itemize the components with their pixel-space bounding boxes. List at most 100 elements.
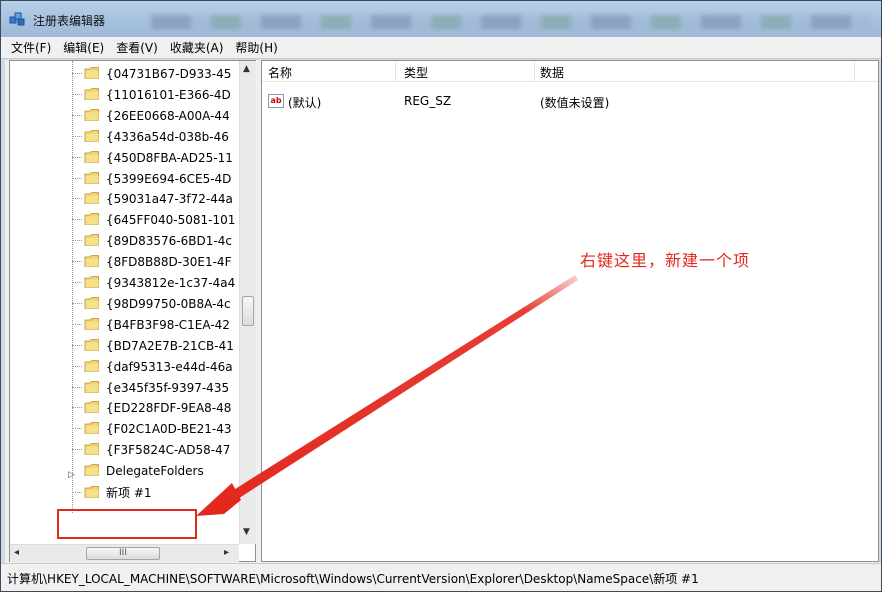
expand-arrow-icon[interactable]: ▷ — [68, 466, 75, 484]
tree-connector — [72, 219, 82, 221]
column-separator[interactable] — [854, 61, 855, 82]
folder-icon — [84, 129, 100, 143]
menu-help[interactable]: 帮助(H) — [229, 37, 283, 59]
value-type: REG_SZ — [404, 94, 452, 108]
tree-item-label: {645FF040-5081-101 — [106, 213, 236, 228]
tree-item[interactable]: {ED228FDF-9EA8-48 — [10, 398, 239, 418]
tree-item-label: {4336a54d-038b-46 — [106, 129, 229, 144]
list-header: 名称 类型 数据 — [262, 61, 878, 82]
tree-vertical-scrollbar[interactable]: ▲ ▼ — [239, 61, 256, 544]
tree-item[interactable]: {B4FB3F98-C1EA-42 — [10, 315, 239, 335]
values-list-pane[interactable]: 名称 类型 数据 ab (默认) REG_SZ (数值未设置) 右键这里，新建一… — [261, 60, 879, 562]
menu-view[interactable]: 查看(V) — [110, 37, 164, 59]
tree-item[interactable]: {5399E694-6CE5-4D — [10, 169, 239, 189]
value-name: (默认) — [288, 96, 322, 110]
tree-item-label: {9343812e-1c37-4a4 — [106, 276, 236, 290]
menu-bar: 文件(F) 编辑(E) 查看(V) 收藏夹(A) 帮助(H) — [1, 37, 881, 59]
tree-connector — [72, 156, 82, 158]
scroll-up-arrow-icon[interactable]: ▲ — [243, 64, 250, 74]
tree-item-delegatefolders[interactable]: ▷ DelegateFolders — [10, 461, 239, 481]
column-separator[interactable] — [534, 61, 535, 82]
tree-item-label: {B4FB3F98-C1EA-42 — [106, 317, 230, 332]
tree-item-new-key[interactable]: 新项 #1 — [10, 483, 239, 503]
folder-icon — [84, 359, 100, 373]
tree-item-label: {ED228FDF-9EA8-48 — [106, 401, 232, 416]
registry-path: 计算机\HKEY_LOCAL_MACHINE\SOFTWARE\Microsof… — [7, 572, 699, 586]
menu-file[interactable]: 文件(F) — [5, 37, 57, 59]
vertical-scroll-thumb[interactable] — [242, 296, 254, 326]
tree-connector — [72, 135, 82, 137]
menu-edit[interactable]: 编辑(E) — [57, 37, 110, 59]
folder-icon — [84, 400, 100, 414]
title-bar[interactable]: 注册表编辑器 — [1, 1, 881, 37]
tree-connector — [72, 449, 82, 451]
tree-item[interactable]: {98D99750-0B8A-4c — [10, 294, 239, 314]
tree-connector — [72, 365, 82, 367]
horizontal-scroll-thumb[interactable]: III — [86, 547, 160, 560]
column-header-name[interactable]: 名称 — [268, 64, 292, 81]
tree-connector — [72, 323, 82, 325]
tree-item[interactable]: {89D83576-6BD1-4c — [10, 231, 239, 251]
tree-item[interactable]: {59031a47-3f72-44a — [10, 189, 239, 209]
tree-item[interactable]: {26EE0668-A00A-44 — [10, 106, 239, 126]
tree-connector — [72, 407, 82, 409]
tree-connector — [72, 344, 82, 346]
tree-item[interactable]: {daf95313-e44d-46a — [10, 357, 239, 377]
tree-item[interactable]: {450D8FBA-AD25-11 — [10, 148, 239, 168]
column-header-type[interactable]: 类型 — [404, 64, 428, 81]
tree-item[interactable]: {11016101-E366-4D — [10, 85, 239, 105]
folder-icon — [84, 108, 100, 122]
tree-item-label: {e345f35f-9397-435 — [106, 380, 230, 395]
folder-icon — [84, 442, 100, 456]
folder-icon — [84, 421, 100, 435]
tree-item-label: {F02C1A0D-BE21-43 — [106, 422, 232, 437]
folder-icon — [84, 212, 100, 226]
tree-item[interactable]: {645FF040-5081-101 — [10, 210, 239, 230]
folder-icon — [84, 296, 100, 310]
tree-horizontal-scrollbar[interactable]: ◂ III ▸ — [10, 544, 239, 562]
tree-item-label: {8FD8B88D-30E1-4F — [106, 255, 232, 270]
annotation-text: 右键这里，新建一个项 — [580, 251, 751, 270]
tree-connector — [72, 73, 82, 74]
tree-item-label: DelegateFolders — [106, 464, 204, 479]
tree-item[interactable]: {F3F5824C-AD58-47 — [10, 440, 239, 460]
tree-item[interactable]: {F02C1A0D-BE21-43 — [10, 419, 239, 439]
folder-icon — [84, 233, 100, 247]
tree-item-label: {26EE0668-A00A-44 — [106, 108, 230, 123]
tree-item[interactable]: {e345f35f-9397-435 — [10, 378, 239, 398]
column-header-data[interactable]: 数据 — [540, 64, 564, 81]
column-separator[interactable] — [395, 61, 396, 82]
tree-connector — [72, 261, 82, 263]
tree-item[interactable]: {BD7A2E7B-21CB-41 — [10, 336, 239, 356]
folder-icon — [84, 275, 100, 289]
tree-item[interactable]: {4336a54d-038b-46 — [10, 127, 239, 147]
list-row[interactable]: ab (默认) REG_SZ (数值未设置) — [262, 91, 878, 111]
tree-item[interactable]: {8FD8B88D-30E1-4F — [10, 252, 239, 272]
folder-icon — [84, 87, 100, 101]
tree-item[interactable]: {04731B67-D933-45 — [10, 64, 239, 84]
annotation-highlight-box — [57, 509, 197, 539]
string-value-icon: ab — [268, 94, 284, 108]
tree-connector — [72, 240, 82, 242]
folder-icon — [84, 338, 100, 352]
folder-icon — [84, 150, 100, 164]
scroll-right-arrow-icon[interactable]: ▸ — [224, 547, 229, 558]
tree-connector — [72, 93, 82, 95]
tree-rows: {04731B67-D933-45 {11016101-E366-4D {26EE0… — [10, 61, 239, 544]
tree-connector — [72, 198, 82, 200]
tree-item[interactable]: {9343812e-1c37-4a4 — [10, 273, 239, 293]
tree-connector — [72, 114, 82, 116]
scroll-left-arrow-icon[interactable]: ◂ — [14, 547, 19, 558]
tree-item-label: {F3F5824C-AD58-47 — [106, 443, 231, 458]
tree-item-label: {5399E694-6CE5-4D — [106, 171, 232, 186]
scroll-down-arrow-icon[interactable]: ▼ — [243, 527, 250, 537]
tree-connector — [72, 386, 82, 388]
folder-icon — [84, 380, 100, 394]
folder-icon — [84, 66, 100, 80]
status-bar: 计算机\HKEY_LOCAL_MACHINE\SOFTWARE\Microsof… — [1, 563, 881, 591]
registry-tree-pane[interactable]: {04731B67-D933-45 {11016101-E366-4D {26EE0… — [9, 60, 256, 562]
folder-icon — [84, 254, 100, 268]
menu-favorites[interactable]: 收藏夹(A) — [164, 37, 230, 59]
folder-icon — [84, 171, 100, 185]
tree-item-label: 新项 #1 — [106, 486, 152, 500]
